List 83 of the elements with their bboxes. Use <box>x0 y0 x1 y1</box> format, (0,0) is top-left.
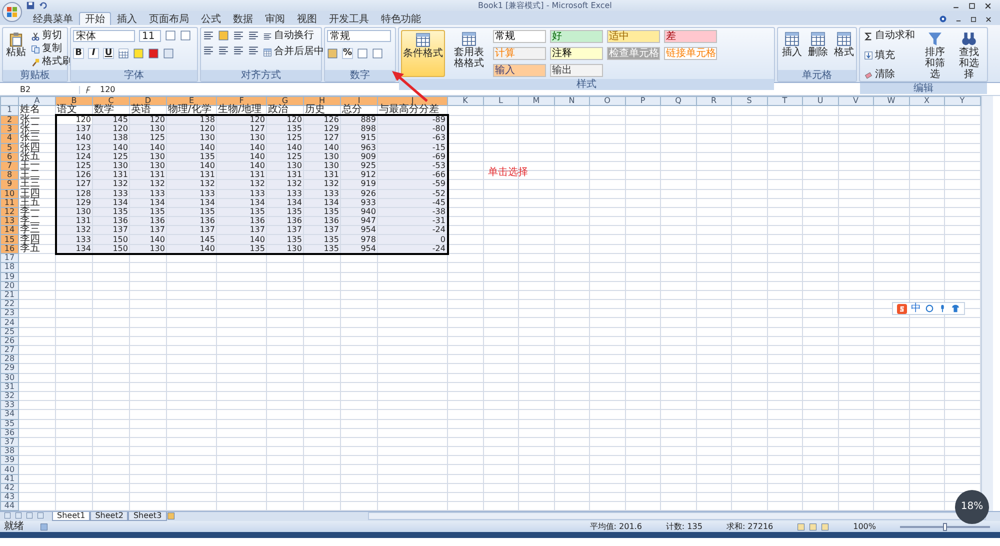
table-cell: 145 <box>92 115 130 125</box>
font-size-field[interactable]: 11 <box>139 30 161 42</box>
style-swatch[interactable]: 注释 <box>550 47 603 60</box>
group-label: 字体 <box>71 70 197 81</box>
zoom-level: 100% <box>853 522 876 531</box>
ribbon-tab[interactable]: 页面布局 <box>143 12 195 25</box>
ribbon-button[interactable]: 删除 <box>806 30 830 68</box>
ime-mode[interactable]: 中 <box>911 304 921 314</box>
table-cell: 120 <box>266 115 304 125</box>
ribbon-button[interactable]: 格式 <box>832 30 856 68</box>
table-cell: 126 <box>304 115 340 125</box>
table-cell: 120 <box>130 115 166 125</box>
column-header[interactable]: Q <box>660 96 696 106</box>
toolbar-button[interactable]: 自动换行 <box>261 30 326 42</box>
ribbon-tab[interactable]: 经典菜单 <box>27 12 79 25</box>
status-text: 就绪 <box>4 522 24 532</box>
ribbon-tab[interactable]: 开发工具 <box>323 12 375 25</box>
style-swatch[interactable]: 输出 <box>550 64 603 77</box>
ribbon-button[interactable]: 条件格式 <box>401 30 445 77</box>
column-header[interactable]: W <box>874 96 909 106</box>
column-header[interactable]: L <box>483 96 518 106</box>
ribbon-tab[interactable]: 插入 <box>111 12 143 25</box>
status-average: 平均值: 201.6 <box>590 522 642 531</box>
column-header[interactable]: Y <box>944 96 980 106</box>
window-title: Book1 [兼容模式] - Microsoft Excel <box>478 2 612 10</box>
ribbon-tab[interactable]: 公式 <box>195 12 227 25</box>
group-label: 编辑 <box>860 83 987 94</box>
ribbon-tab[interactable]: 审阅 <box>259 12 291 25</box>
sheet-tab[interactable]: Sheet1 <box>52 512 90 522</box>
toolbar-button[interactable]: 自动求和 <box>862 30 917 42</box>
table-cell: -89 <box>378 115 448 125</box>
font-name-field[interactable]: 宋体 <box>73 30 135 42</box>
ribbon-button[interactable]: 排序和筛选 <box>919 30 951 81</box>
percent-button[interactable]: % <box>342 48 353 59</box>
toolbar-button[interactable]: 填充 <box>862 50 917 62</box>
style-swatch[interactable]: 差 <box>664 30 717 43</box>
column-header[interactable]: V <box>838 96 874 106</box>
style-swatch[interactable]: 好 <box>550 30 603 43</box>
column-header[interactable]: R <box>696 96 732 106</box>
ribbon-tab[interactable]: 开始 <box>79 12 111 25</box>
column-header[interactable]: T <box>767 96 802 106</box>
column-header[interactable]: X <box>909 96 944 106</box>
toolbar-button[interactable]: 复制 <box>29 43 74 55</box>
sheet-tab[interactable]: Sheet2 <box>90 512 128 522</box>
column-header[interactable]: O <box>590 96 625 106</box>
ribbon-button[interactable]: 查找和选择 <box>953 30 985 81</box>
ribbon-tab[interactable]: 视图 <box>291 12 323 25</box>
column-header[interactable]: S <box>732 96 767 106</box>
column-header[interactable]: P <box>625 96 660 106</box>
group-label: 对齐方式 <box>201 70 321 81</box>
format-button[interactable]: I <box>88 48 99 59</box>
ribbon-tab[interactable]: 特色功能 <box>375 12 427 25</box>
toolbar-button[interactable]: 合并后居中 <box>261 46 326 58</box>
number-format-field[interactable]: 常规 <box>327 30 391 42</box>
toolbar-button[interactable]: 剪切 <box>29 30 74 42</box>
status-sum: 求和: 27216 <box>726 522 774 531</box>
annotation-text: 单击选择 <box>488 168 528 178</box>
ribbon-tab[interactable]: 数据 <box>227 12 259 25</box>
ribbon-button[interactable]: 粘贴 <box>5 30 27 68</box>
style-swatch[interactable]: 适中 <box>606 30 660 43</box>
ribbon-button[interactable]: 插入 <box>780 30 804 68</box>
group-label: 数字 <box>325 70 395 81</box>
table-cell: 张一 <box>18 115 56 125</box>
group-label: 样式 <box>399 79 774 90</box>
toolbar-button[interactable]: 清除 <box>862 69 917 81</box>
column-header[interactable]: N <box>554 96 590 106</box>
table-cell: 889 <box>340 115 378 125</box>
group-label: 剪贴板 <box>3 70 67 81</box>
group-label: 单元格 <box>778 70 856 81</box>
format-button[interactable]: U <box>103 48 114 59</box>
column-header[interactable]: U <box>802 96 838 106</box>
sheet-tab[interactable]: Sheet3 <box>128 512 167 522</box>
format-button[interactable]: B <box>73 48 84 59</box>
name-box[interactable]: B2 <box>0 86 80 94</box>
style-swatch[interactable]: 常规 <box>492 30 546 43</box>
formula-field[interactable]: 120 <box>96 86 116 94</box>
style-swatch[interactable]: 输入 <box>492 64 546 77</box>
ribbon-button[interactable]: 套用表格格式 <box>447 30 491 77</box>
status-count: 计数: 135 <box>666 522 702 531</box>
column-header[interactable]: M <box>518 96 554 106</box>
table-cell: 120 <box>216 115 266 125</box>
table-cell: 138 <box>166 115 216 125</box>
column-header[interactable]: K <box>448 96 483 106</box>
